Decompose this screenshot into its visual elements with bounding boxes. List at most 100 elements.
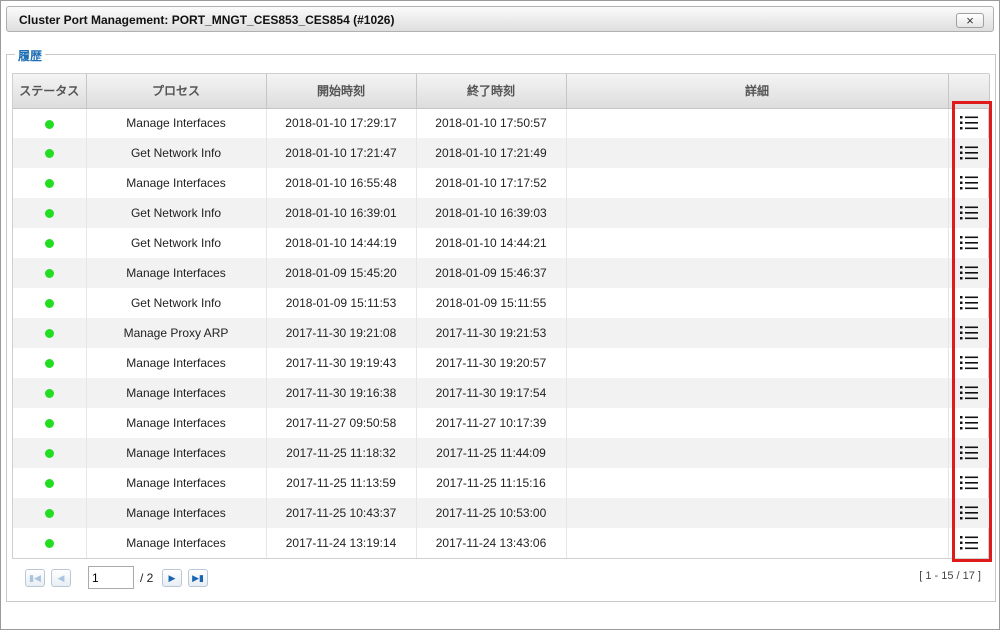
process-cell: Get Network Info	[86, 198, 267, 228]
actions-cell	[948, 228, 990, 258]
details-cell	[566, 468, 949, 498]
page-number-input[interactable]	[88, 566, 134, 589]
end-time-cell: 2017-11-24 13:43:06	[416, 528, 567, 558]
end-time-cell: 2017-11-30 19:17:54	[416, 378, 567, 408]
column-header-actions	[948, 74, 990, 109]
table-row[interactable]: Manage Interfaces 2017-11-30 19:19:43 2017…	[13, 348, 990, 378]
close-button[interactable]: ×	[956, 13, 984, 28]
status-success-icon	[44, 389, 54, 399]
list-details-icon[interactable]	[959, 115, 978, 131]
table-row[interactable]: Manage Interfaces 2018-01-09 15:45:20 2018…	[13, 258, 990, 288]
table-row[interactable]: Manage Interfaces 2018-01-10 17:29:17 2018…	[13, 108, 990, 138]
status-cell	[13, 318, 87, 348]
table-row[interactable]: Manage Interfaces 2018-01-10 16:55:48 2018…	[13, 168, 990, 198]
end-time-cell: 2018-01-10 17:21:49	[416, 138, 567, 168]
table-row[interactable]: Manage Proxy ARP 2017-11-30 19:21:08 2017-…	[13, 318, 990, 348]
list-details-icon[interactable]	[959, 415, 978, 431]
actions-cell	[948, 408, 990, 438]
details-cell	[566, 378, 949, 408]
start-time-cell: 2018-01-10 17:29:17	[266, 108, 417, 138]
end-time-cell: 2017-11-25 10:53:00	[416, 498, 567, 528]
status-cell	[13, 198, 87, 228]
table-header-row: ステータス プロセス 開始時刻 終了時刻 詳細	[13, 74, 990, 109]
table-row[interactable]: Get Network Info 2018-01-10 16:39:01 2018-…	[13, 198, 990, 228]
list-details-icon[interactable]	[959, 535, 978, 551]
status-cell	[13, 528, 87, 558]
end-time-cell: 2018-01-10 16:39:03	[416, 198, 567, 228]
table-row[interactable]: Manage Interfaces 2017-11-25 10:43:37 2017…	[13, 498, 990, 528]
actions-cell	[948, 528, 990, 558]
pagination-bar: ▮◀ ◀ / 2 ▶ ▶▮ [ 1 - 15 / 17 ]	[12, 558, 989, 592]
list-details-icon[interactable]	[959, 445, 978, 461]
status-success-icon	[44, 269, 54, 279]
start-time-cell: 2018-01-10 14:44:19	[266, 228, 417, 258]
window-title: Cluster Port Management: PORT_MNGT_CES85…	[19, 13, 395, 27]
list-details-icon[interactable]	[959, 505, 978, 521]
list-details-icon[interactable]	[959, 145, 978, 161]
actions-cell	[948, 378, 990, 408]
table-row[interactable]: Get Network Info 2018-01-10 17:21:47 2018-…	[13, 138, 990, 168]
table-row[interactable]: Manage Interfaces 2017-11-25 11:13:59 2017…	[13, 468, 990, 498]
actions-cell	[948, 258, 990, 288]
column-header-start-time[interactable]: 開始時刻	[266, 74, 417, 109]
process-cell: Get Network Info	[86, 288, 267, 318]
list-details-icon[interactable]	[959, 205, 978, 221]
list-details-icon[interactable]	[959, 325, 978, 341]
table-row[interactable]: Get Network Info 2018-01-09 15:11:53 2018-…	[13, 288, 990, 318]
process-cell: Manage Interfaces	[86, 438, 267, 468]
title-bar[interactable]: Cluster Port Management: PORT_MNGT_CES85…	[6, 6, 994, 32]
table-row[interactable]: Manage Interfaces 2017-11-24 13:19:14 2017…	[13, 528, 990, 558]
record-range: [ 1 - 15 / 17 ]	[919, 570, 981, 582]
next-page-icon[interactable]: ▶	[162, 569, 182, 587]
process-cell: Manage Interfaces	[86, 258, 267, 288]
details-cell	[566, 408, 949, 438]
details-cell	[566, 228, 949, 258]
list-details-icon[interactable]	[959, 235, 978, 251]
details-cell	[566, 258, 949, 288]
history-legend: 履歴	[15, 47, 46, 64]
first-page-icon[interactable]: ▮◀	[25, 569, 45, 587]
column-header-process[interactable]: プロセス	[86, 74, 267, 109]
table-row[interactable]: Manage Interfaces 2017-11-25 11:18:32 2017…	[13, 438, 990, 468]
end-time-cell: 2018-01-09 15:46:37	[416, 258, 567, 288]
actions-cell	[948, 318, 990, 348]
table-row[interactable]: Manage Interfaces 2017-11-30 19:16:38 2017…	[13, 378, 990, 408]
process-cell: Manage Interfaces	[86, 108, 267, 138]
status-cell	[13, 498, 87, 528]
status-success-icon	[44, 509, 54, 519]
status-success-icon	[44, 149, 54, 159]
status-cell	[13, 408, 87, 438]
list-details-icon[interactable]	[959, 295, 978, 311]
status-cell	[13, 168, 87, 198]
process-cell: Manage Interfaces	[86, 408, 267, 438]
list-details-icon[interactable]	[959, 385, 978, 401]
status-cell	[13, 438, 87, 468]
details-cell	[566, 288, 949, 318]
history-table: ステータス プロセス 開始時刻 終了時刻 詳細 Manage Interface…	[13, 74, 990, 558]
end-time-cell: 2017-11-25 11:15:16	[416, 468, 567, 498]
start-time-cell: 2017-11-24 13:19:14	[266, 528, 417, 558]
list-details-icon[interactable]	[959, 355, 978, 371]
cluster-port-management-dialog: Cluster Port Management: PORT_MNGT_CES85…	[0, 0, 1000, 630]
column-header-end-time[interactable]: 終了時刻	[416, 74, 567, 109]
status-success-icon	[44, 299, 54, 309]
status-cell	[13, 288, 87, 318]
list-details-icon[interactable]	[959, 475, 978, 491]
list-details-icon[interactable]	[959, 175, 978, 191]
column-header-details[interactable]: 詳細	[566, 74, 949, 109]
end-time-cell: 2018-01-10 14:44:21	[416, 228, 567, 258]
status-cell	[13, 258, 87, 288]
actions-cell	[948, 348, 990, 378]
table-row[interactable]: Get Network Info 2018-01-10 14:44:19 2018-…	[13, 228, 990, 258]
end-time-cell: 2018-01-10 17:50:57	[416, 108, 567, 138]
details-cell	[566, 498, 949, 528]
process-cell: Get Network Info	[86, 138, 267, 168]
history-grid: ステータス プロセス 開始時刻 終了時刻 詳細 Manage Interface…	[12, 73, 990, 592]
list-details-icon[interactable]	[959, 265, 978, 281]
column-header-status[interactable]: ステータス	[13, 74, 87, 109]
process-cell: Manage Proxy ARP	[86, 318, 267, 348]
prev-page-icon[interactable]: ◀	[51, 569, 71, 587]
table-row[interactable]: Manage Interfaces 2017-11-27 09:50:58 2017…	[13, 408, 990, 438]
last-page-icon[interactable]: ▶▮	[188, 569, 208, 587]
start-time-cell: 2018-01-10 16:55:48	[266, 168, 417, 198]
